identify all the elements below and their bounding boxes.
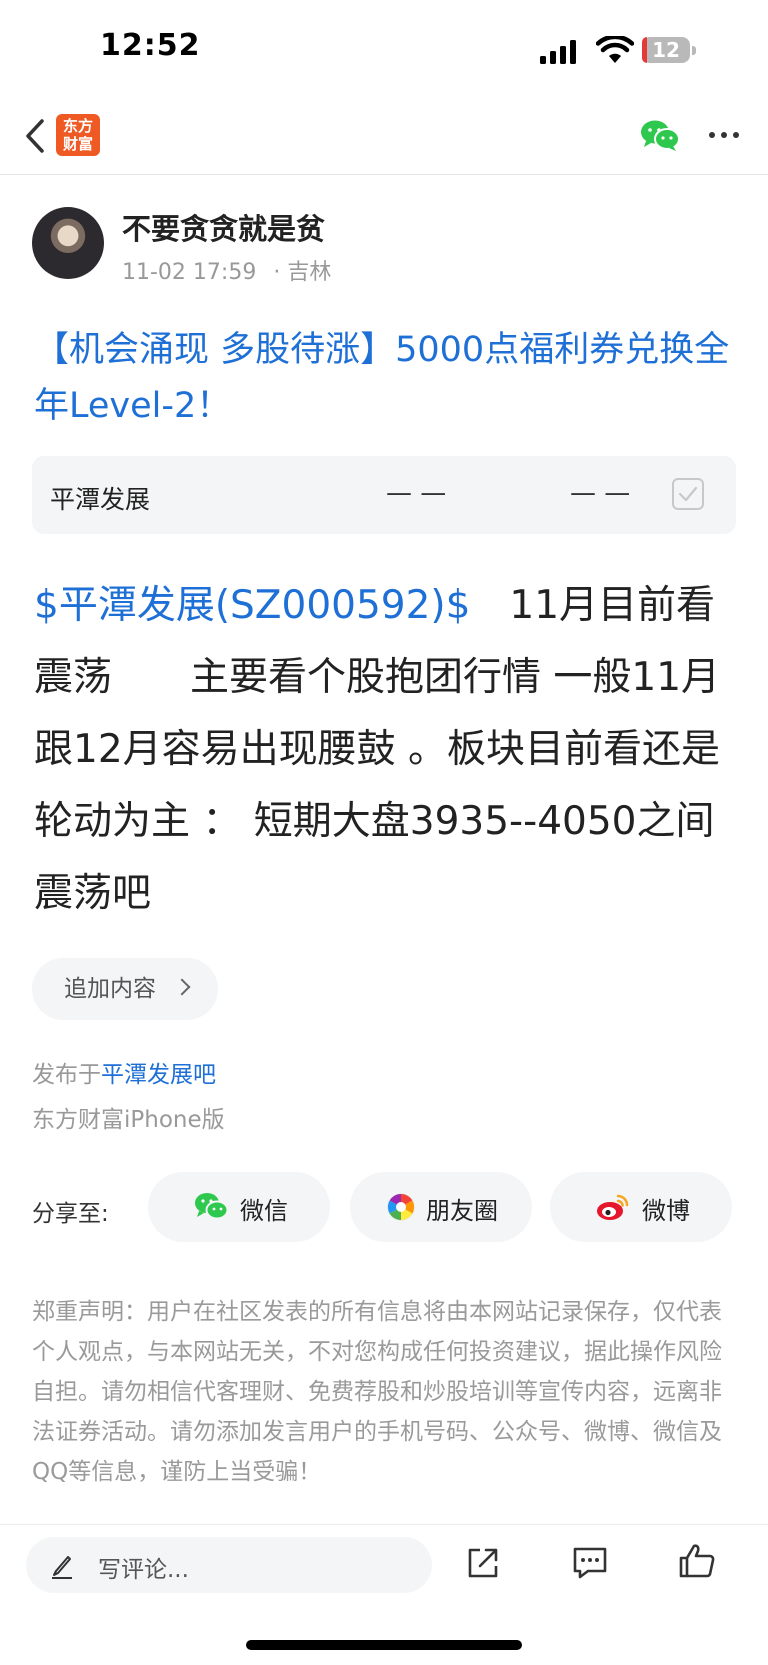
- watchlist-check-icon[interactable]: [672, 478, 704, 510]
- post-body-text: 11月目前看震荡 主要看个股抱团行情 一般11月跟12月容易出现腰鼓 。板块目前…: [34, 583, 721, 916]
- share-wechat-button[interactable]: 微信: [148, 1172, 330, 1242]
- comment-icon[interactable]: [572, 1546, 608, 1580]
- wechat-icon: [195, 1193, 228, 1220]
- stock-bar-link[interactable]: 平潭发展吧: [101, 1062, 216, 1088]
- like-icon[interactable]: [678, 1542, 716, 1580]
- stock-price: — —: [386, 478, 447, 508]
- stock-tag-link[interactable]: $平潭发展(SZ000592)$: [34, 583, 470, 628]
- stock-name: 平潭发展: [50, 485, 151, 514]
- post-body: $平潭发展(SZ000592)$ 11月目前看震荡 主要看个股抱团行情 一般11…: [34, 570, 738, 930]
- post-location: · 吉林: [273, 260, 332, 285]
- comment-placeholder: 写评论...: [98, 1557, 189, 1583]
- share-moments-label: 朋友圈: [426, 1197, 498, 1225]
- nav-divider: [0, 174, 768, 175]
- chevron-right-icon: [173, 978, 191, 996]
- moments-icon: [387, 1193, 415, 1221]
- home-indicator: [246, 1640, 522, 1650]
- bottom-divider: [0, 1524, 768, 1525]
- append-content-button[interactable]: 追加内容: [32, 958, 218, 1020]
- battery-icon: 12: [642, 37, 698, 65]
- logo-line1: 东方: [62, 117, 93, 135]
- back-icon[interactable]: [24, 118, 46, 154]
- weibo-icon: [597, 1194, 629, 1220]
- disclaimer-text: 郑重声明：用户在社区发表的所有信息将由本网站记录保存，仅代表个人观点，与本网站无…: [32, 1299, 722, 1485]
- share-weibo-label: 微博: [642, 1197, 690, 1225]
- stock-card[interactable]: 平潭发展 — — — —: [32, 456, 736, 534]
- share-wechat-label: 微信: [240, 1197, 288, 1225]
- wechat-share-icon[interactable]: [640, 119, 680, 153]
- cellular-signal-icon: [540, 40, 576, 64]
- post-date: 11-02 17:59: [122, 260, 257, 285]
- promo-title-link[interactable]: 【机会涌现 多股待涨】5000点福利券兑换全年Level-2！: [34, 322, 734, 434]
- share-weibo-button[interactable]: 微博: [550, 1172, 732, 1242]
- author-avatar[interactable]: [32, 207, 104, 279]
- wifi-icon: [596, 36, 634, 63]
- battery-level: 12: [652, 38, 680, 62]
- share-icon[interactable]: [466, 1546, 500, 1580]
- share-moments-button[interactable]: 朋友圈: [350, 1172, 532, 1242]
- author-name[interactable]: 不要贪贪就是贫: [122, 206, 325, 248]
- client-source: 东方财富iPhone版: [32, 1107, 225, 1133]
- stock-change: — —: [570, 478, 631, 508]
- status-time: 12:52: [100, 28, 201, 63]
- more-options-icon[interactable]: [708, 130, 740, 140]
- share-label: 分享至:: [32, 1201, 109, 1227]
- pen-icon: [52, 1556, 72, 1579]
- append-content-label: 追加内容: [64, 976, 156, 1002]
- post-meta: 11-02 17:59 · 吉林: [122, 254, 341, 286]
- comment-input[interactable]: 写评论...: [26, 1537, 432, 1593]
- posted-prefix: 发布于: [32, 1062, 101, 1088]
- logo-line2: 财富: [62, 135, 93, 153]
- eastmoney-logo: 东方 财富: [56, 114, 100, 156]
- posted-in: 发布于平潭发展吧: [32, 1055, 216, 1089]
